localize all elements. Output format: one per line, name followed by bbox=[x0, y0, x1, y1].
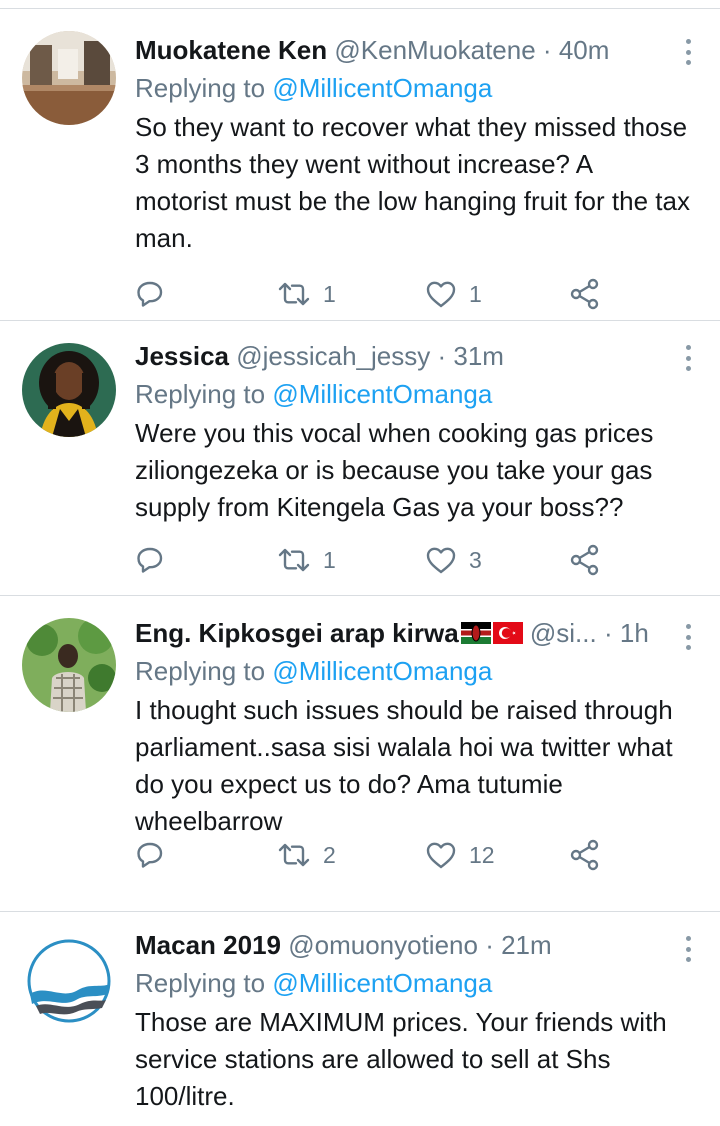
tweet-text: Were you this vocal when cooking gas pri… bbox=[135, 418, 654, 522]
tweet-2[interactable]: Jessica @jessicah_jessy · 31m Replying t… bbox=[0, 321, 720, 596]
replying-prefix: Replying to bbox=[135, 73, 266, 103]
timestamp[interactable]: 31m bbox=[453, 341, 504, 371]
retweet-button[interactable]: 1 bbox=[277, 277, 336, 311]
avatar[interactable] bbox=[22, 618, 116, 712]
mention-link[interactable]: @MillicentOmanga bbox=[272, 968, 492, 998]
replying-prefix: Replying to bbox=[135, 379, 266, 409]
display-name[interactable]: Muokatene Ken bbox=[135, 35, 327, 65]
like-count: 1 bbox=[469, 280, 482, 307]
like-button[interactable]: 3 bbox=[425, 543, 482, 577]
tweet-4[interactable]: Macan 2019 @omuonyotieno · 21m Replying … bbox=[0, 912, 720, 1126]
like-button[interactable]: 12 bbox=[425, 838, 495, 872]
retweet-icon bbox=[277, 279, 311, 309]
reply-button[interactable] bbox=[135, 838, 165, 872]
mention-link[interactable]: @MillicentOmanga bbox=[272, 379, 492, 409]
like-icon bbox=[425, 545, 457, 575]
like-count: 12 bbox=[469, 841, 495, 868]
share-icon bbox=[569, 544, 601, 576]
share-button[interactable] bbox=[569, 277, 601, 311]
share-button[interactable] bbox=[569, 838, 601, 872]
replying-to: Replying to @MillicentOmanga bbox=[135, 73, 690, 103]
retweet-button[interactable]: 1 bbox=[277, 543, 336, 577]
reply-icon bbox=[135, 545, 165, 575]
turkey-flag-icon bbox=[492, 620, 523, 644]
reply-icon bbox=[135, 279, 165, 309]
tweet-header: Muokatene Ken @KenMuokatene · 40m bbox=[135, 35, 690, 65]
reply-icon bbox=[135, 840, 165, 870]
user-handle[interactable]: @jessicah_jessy bbox=[236, 341, 430, 371]
share-button[interactable] bbox=[569, 543, 601, 577]
replying-to: Replying to @MillicentOmanga bbox=[135, 968, 690, 998]
reply-button[interactable] bbox=[135, 277, 165, 311]
mention-link[interactable]: @MillicentOmanga bbox=[272, 656, 492, 686]
tweet-text: I thought such issues should be raised t… bbox=[135, 695, 673, 836]
timestamp[interactable]: 21m bbox=[501, 930, 552, 960]
retweet-count: 1 bbox=[323, 280, 336, 307]
kenya-flag-icon bbox=[460, 620, 491, 644]
tweet-text: So they want to recover what they missed… bbox=[135, 112, 690, 253]
separator: · bbox=[542, 35, 552, 65]
tweet-header: Macan 2019 @omuonyotieno · 21m bbox=[135, 930, 690, 960]
replying-prefix: Replying to bbox=[135, 968, 266, 998]
avatar[interactable] bbox=[22, 31, 116, 125]
tweet-text: Those are MAXIMUM prices. Your friends w… bbox=[135, 1007, 667, 1111]
display-name[interactable]: Jessica bbox=[135, 341, 229, 371]
replying-to: Replying to @MillicentOmanga bbox=[135, 656, 690, 686]
retweet-count: 2 bbox=[323, 841, 336, 868]
retweet-icon bbox=[277, 840, 311, 870]
display-name[interactable]: Eng. Kipkosgei arap kirwa bbox=[135, 618, 459, 648]
timestamp[interactable]: 40m bbox=[559, 35, 610, 65]
retweet-count: 1 bbox=[323, 546, 336, 573]
replying-to: Replying to @MillicentOmanga bbox=[135, 379, 690, 409]
separator: · bbox=[485, 930, 494, 960]
like-button[interactable]: 1 bbox=[425, 277, 482, 311]
reply-button[interactable] bbox=[135, 543, 165, 577]
retweet-button[interactable]: 2 bbox=[277, 838, 336, 872]
tweet-actions: 2 12 bbox=[135, 838, 620, 872]
separator: · bbox=[603, 618, 613, 648]
user-handle[interactable]: @si... bbox=[530, 618, 597, 648]
tweet-actions: 1 1 bbox=[135, 277, 620, 311]
tweet-3[interactable]: Eng. Kipkosgei arap kirwa @si... · 1h Re… bbox=[0, 596, 720, 912]
like-icon bbox=[425, 840, 457, 870]
share-icon bbox=[569, 278, 601, 310]
tweet-actions: 1 3 bbox=[135, 543, 620, 577]
timestamp[interactable]: 1h bbox=[620, 618, 649, 648]
user-handle[interactable]: @omuonyotieno bbox=[288, 930, 478, 960]
like-count: 3 bbox=[469, 546, 482, 573]
mention-link[interactable]: @MillicentOmanga bbox=[272, 73, 492, 103]
avatar[interactable] bbox=[22, 934, 116, 1028]
user-handle[interactable]: @KenMuokatene bbox=[334, 35, 535, 65]
retweet-icon bbox=[277, 545, 311, 575]
like-icon bbox=[425, 279, 457, 309]
display-name[interactable]: Macan 2019 bbox=[135, 930, 281, 960]
avatar[interactable] bbox=[22, 343, 116, 437]
separator: · bbox=[437, 341, 447, 371]
tweet-header: Eng. Kipkosgei arap kirwa @si... · 1h bbox=[135, 618, 655, 648]
top-divider bbox=[0, 0, 720, 9]
tweet-header: Jessica @jessicah_jessy · 31m bbox=[135, 341, 690, 371]
replying-prefix: Replying to bbox=[135, 656, 266, 686]
tweet-1[interactable]: Muokatene Ken @KenMuokatene · 40m Replyi… bbox=[0, 9, 720, 321]
share-icon bbox=[569, 839, 601, 871]
